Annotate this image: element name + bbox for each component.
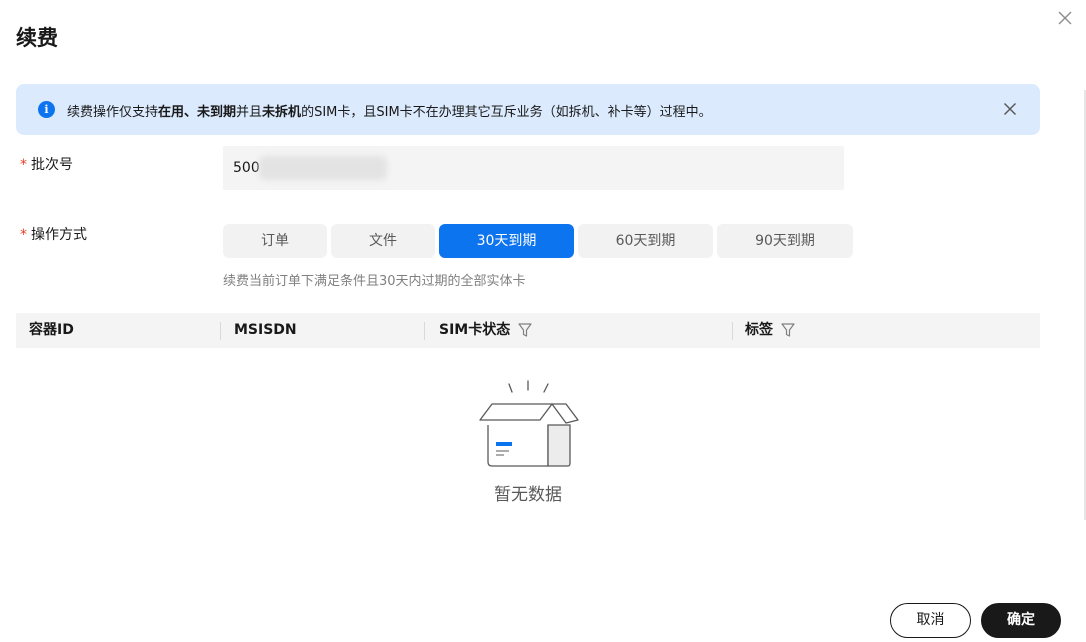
- required-mark: *: [20, 227, 27, 243]
- option-file[interactable]: 文件: [331, 224, 435, 258]
- redacted-blur: [259, 156, 387, 180]
- batch-label-text: 批次号: [31, 157, 73, 173]
- dialog-title: 续费: [16, 26, 58, 50]
- column-tags-label: 标签: [745, 322, 773, 338]
- table-header: 容器ID MSISDN SIM卡状态 标签: [16, 313, 1040, 348]
- column-container-id: 容器ID: [29, 322, 74, 338]
- notice-text: 续费操作仅支持在用、未到期并且未拆机的SIM卡，且SIM卡不在办理其它互斥业务（…: [67, 101, 712, 120]
- column-divider[interactable]: [220, 322, 221, 340]
- operation-label-text: 操作方式: [31, 227, 87, 243]
- batch-number-input[interactable]: 500: [223, 146, 844, 190]
- notice-text-part: 续费操作仅支持: [67, 105, 159, 120]
- notice-text-part: 的SIM卡，且SIM卡不在办理其它互斥业务（如拆机、补卡等）过程中。: [301, 105, 712, 120]
- column-tags: 标签: [745, 313, 795, 348]
- option-30-days[interactable]: 30天到期: [439, 224, 574, 258]
- option-order[interactable]: 订单: [223, 224, 327, 258]
- option-90-days[interactable]: 90天到期: [717, 224, 853, 258]
- notice-banner: i 续费操作仅支持在用、未到期并且未拆机的SIM卡，且SIM卡不在办理其它互斥业…: [16, 84, 1040, 135]
- filter-icon[interactable]: [518, 322, 532, 338]
- cancel-button[interactable]: 取消: [890, 603, 971, 638]
- column-sim-status: SIM卡状态: [439, 313, 532, 348]
- column-divider[interactable]: [424, 322, 425, 340]
- operation-hint: 续费当前订单下满足条件且30天内过期的全部实体卡: [223, 274, 526, 289]
- column-sim-status-label: SIM卡状态: [439, 322, 511, 338]
- info-icon: i: [38, 101, 55, 118]
- column-msisdn: MSISDN: [234, 322, 297, 338]
- filter-icon[interactable]: [781, 322, 795, 338]
- confirm-button[interactable]: 确定: [981, 603, 1061, 638]
- notice-text-part: 并且: [236, 105, 263, 120]
- notice-text-bold: 未拆机: [262, 105, 302, 120]
- notice-text-bold: 在用、未到期: [158, 105, 237, 120]
- close-icon[interactable]: [1056, 9, 1074, 27]
- empty-state-text: 暂无数据: [494, 485, 562, 505]
- batch-number-value: 500: [233, 160, 260, 176]
- batch-label: * 批次号: [20, 154, 73, 174]
- required-mark: *: [20, 157, 27, 173]
- column-divider[interactable]: [732, 322, 733, 340]
- option-60-days[interactable]: 60天到期: [578, 224, 713, 258]
- empty-box-icon: [479, 380, 579, 467]
- notice-close-icon[interactable]: [1002, 101, 1018, 117]
- operation-label: * 操作方式: [20, 224, 87, 244]
